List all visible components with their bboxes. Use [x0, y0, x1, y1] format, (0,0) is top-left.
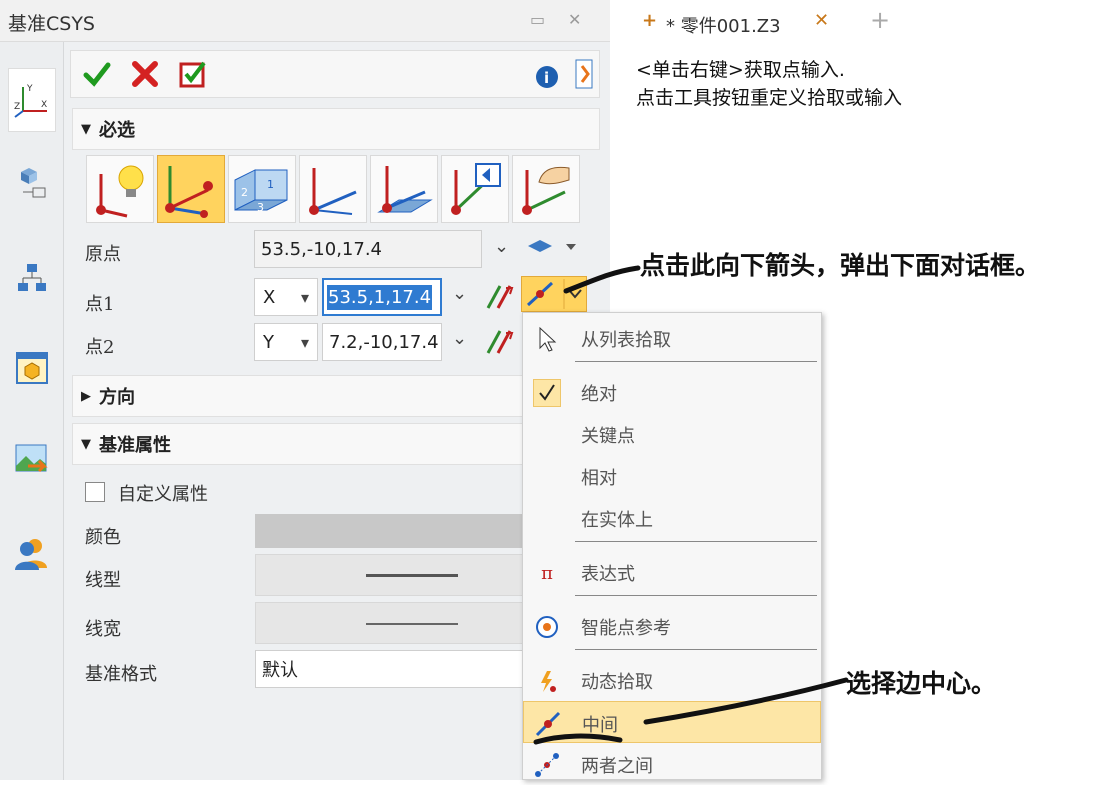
- annotation-strokes: [533, 265, 849, 745]
- annotation-click-arrow: 点击此向下箭头，弹出下面对话框。: [640, 251, 1041, 280]
- annotation-select-center: 选择边中心。: [846, 669, 997, 698]
